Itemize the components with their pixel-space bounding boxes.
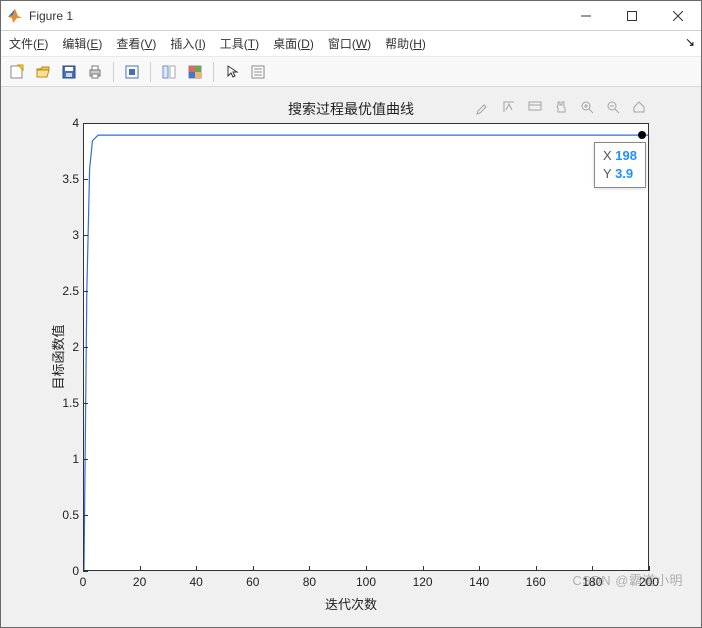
- toolbar: [1, 57, 701, 87]
- close-button[interactable]: [655, 1, 701, 31]
- brush-icon[interactable]: [473, 97, 493, 117]
- x-tick-label: 40: [190, 575, 203, 589]
- x-tick-label: 180: [582, 575, 602, 589]
- open-icon[interactable]: [31, 60, 55, 84]
- toolbar-separator: [113, 62, 114, 82]
- x-tick-label: 200: [639, 575, 659, 589]
- save-icon[interactable]: [57, 60, 81, 84]
- datatip-x-value: 198: [615, 148, 637, 163]
- datatip-x-label: X: [603, 148, 612, 163]
- datatip-marker[interactable]: [638, 131, 646, 139]
- colorbar-icon[interactable]: [183, 60, 207, 84]
- x-tick-label: 20: [133, 575, 146, 589]
- line-series: [84, 124, 648, 570]
- titlebar: Figure 1: [1, 1, 701, 31]
- menu-edit[interactable]: 编辑(E): [62, 35, 102, 52]
- datatip-box-icon[interactable]: [525, 97, 545, 117]
- insert-icon[interactable]: [246, 60, 270, 84]
- new-figure-icon[interactable]: [5, 60, 29, 84]
- y-tick-label: 0: [49, 564, 79, 578]
- maximize-button[interactable]: [609, 1, 655, 31]
- datatip-y-value: 3.9: [615, 166, 633, 181]
- menu-overflow-icon[interactable]: ↘: [685, 35, 695, 49]
- plot-toolbar: [473, 97, 649, 117]
- menu-help[interactable]: 帮助(H): [385, 35, 426, 52]
- zoom-out-icon[interactable]: [603, 97, 623, 117]
- zoom-in-icon[interactable]: [577, 97, 597, 117]
- x-tick-label: 80: [303, 575, 316, 589]
- print-icon[interactable]: [83, 60, 107, 84]
- matlab-logo-icon: [7, 8, 23, 24]
- x-tick-label: 0: [80, 575, 87, 589]
- window-title: Figure 1: [29, 9, 73, 23]
- menu-tools[interactable]: 工具(T): [220, 35, 259, 52]
- y-axis-label: 目标函数值: [48, 324, 67, 389]
- x-tick-label: 120: [413, 575, 433, 589]
- y-tick-label: 1.5: [49, 396, 79, 410]
- menubar: 文件(F) 编辑(E) 查看(V) 插入(I) 工具(T) 桌面(D) 窗口(W…: [1, 31, 701, 57]
- minimize-button[interactable]: [563, 1, 609, 31]
- menu-insert[interactable]: 插入(I): [170, 35, 205, 52]
- x-axis-label: 迭代次数: [7, 594, 695, 613]
- axes-container: 搜索过程最优值曲线 目标函数值 迭代次数 X 198 Y 3.9: [7, 93, 695, 621]
- link-icon[interactable]: [120, 60, 144, 84]
- data-cursor-icon[interactable]: [157, 60, 181, 84]
- rotate-icon[interactable]: [499, 97, 519, 117]
- figure-window: Figure 1 文件(F) 编辑(E) 查看(V) 插入(I) 工具(T) 桌…: [0, 0, 702, 628]
- x-tick-label: 100: [356, 575, 376, 589]
- menu-window[interactable]: 窗口(W): [328, 35, 371, 52]
- y-tick-label: 2: [49, 340, 79, 354]
- y-tick-label: 3.5: [49, 172, 79, 186]
- figure-area: 搜索过程最优值曲线 目标函数值 迭代次数 X 198 Y 3.9: [1, 87, 701, 627]
- y-tick-label: 4: [49, 116, 79, 130]
- pointer-icon[interactable]: [220, 60, 244, 84]
- datatip-y-label: Y: [603, 166, 611, 181]
- y-tick-label: 3: [49, 228, 79, 242]
- x-tick-label: 60: [246, 575, 259, 589]
- home-icon[interactable]: [629, 97, 649, 117]
- menu-desktop[interactable]: 桌面(D): [273, 35, 314, 52]
- y-tick-label: 0.5: [49, 508, 79, 522]
- toolbar-separator: [213, 62, 214, 82]
- pan-icon[interactable]: [551, 97, 571, 117]
- datatip[interactable]: X 198 Y 3.9: [594, 142, 646, 188]
- y-tick-label: 2.5: [49, 284, 79, 298]
- menu-file[interactable]: 文件(F): [9, 35, 48, 52]
- x-tick-label: 160: [526, 575, 546, 589]
- axes-plotbox[interactable]: X 198 Y 3.9: [83, 123, 649, 571]
- menu-view[interactable]: 查看(V): [116, 35, 156, 52]
- toolbar-separator: [150, 62, 151, 82]
- y-tick-label: 1: [49, 452, 79, 466]
- x-tick-label: 140: [469, 575, 489, 589]
